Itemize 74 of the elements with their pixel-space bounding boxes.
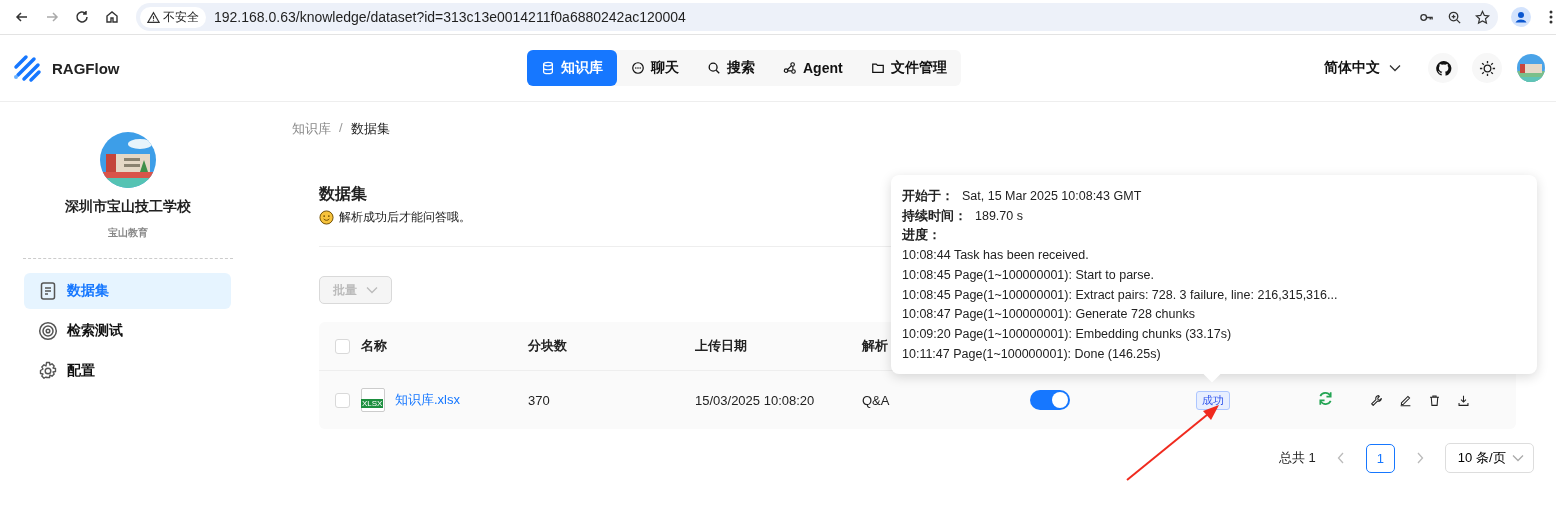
column-header: 上传日期 — [695, 338, 747, 353]
page-size-select[interactable]: 10 条/页 — [1444, 443, 1534, 473]
chat-icon — [631, 61, 645, 75]
breadcrumb-separator: / — [339, 120, 343, 137]
zoom-icon[interactable] — [1447, 9, 1462, 25]
log-line: 10:09:20 Page(1~100000001): Embedding chunks (33.17s) — [902, 325, 1233, 343]
search-icon — [707, 61, 721, 75]
sun-icon — [1478, 59, 1496, 77]
url-text: 192.168.0.63/knowledge/dataset?id=313c13e0014211f0a6880242ac120004 — [214, 9, 686, 25]
spreadsheet-file-icon: XLSX — [361, 388, 385, 412]
toggle-switch[interactable] — [1030, 390, 1070, 410]
language-select[interactable]: 简体中文 — [1318, 58, 1408, 78]
refresh-icon[interactable] — [1317, 390, 1334, 407]
column-header: 解析 — [862, 338, 888, 353]
field-value: Sat, 15 Mar 2025 10:08:43 GMT — [962, 189, 1142, 203]
theme-button[interactable] — [1472, 53, 1502, 83]
github-button[interactable] — [1428, 53, 1458, 83]
brand-name: RAGFlow — [52, 59, 120, 77]
security-label: 不安全 — [163, 8, 199, 26]
column-header: 名称 — [361, 338, 387, 353]
home-icon[interactable] — [104, 9, 120, 25]
checkbox[interactable] — [334, 338, 350, 354]
nav-tab[interactable]: 文件管理 — [856, 50, 961, 86]
table-cell-text: Q&A — [862, 392, 891, 408]
field-label: 持续时间： — [902, 208, 967, 223]
smile-icon — [319, 210, 334, 225]
star-icon[interactable] — [1475, 9, 1490, 25]
reload-icon[interactable] — [74, 9, 90, 25]
org-name: 深圳市宝山技工学校 — [64, 198, 191, 216]
edit-icon[interactable] — [1399, 393, 1412, 407]
field-label: 开始于： — [902, 189, 954, 203]
sidebar-item[interactable]: 配置 — [24, 353, 231, 389]
log-line: 10:08:45 Page(1~100000001): Extract pairs: 728. 3 failure, line: 216,315,316... — [902, 286, 1339, 304]
download-icon[interactable] — [1457, 393, 1470, 407]
profile-icon[interactable] — [1511, 7, 1531, 27]
page-title: 数据集 — [319, 184, 367, 204]
table-cell-text: 370 — [528, 392, 551, 408]
nav-tab[interactable]: 知识库 — [527, 50, 617, 86]
file-name-link[interactable]: 知识库.xlsx — [395, 391, 460, 409]
logo-icon — [12, 53, 42, 83]
field-value: 189.70 s — [975, 208, 1023, 223]
breadcrumb-item: 数据集 — [350, 120, 390, 138]
address-bar[interactable]: 不安全 192.168.0.63/knowledge/dataset?id=313c13e0014211f0a6880242ac120004 — [136, 3, 1498, 31]
document-icon — [38, 281, 58, 301]
log-line: 10:08:45 Page(1~100000001): Start to parse. — [902, 266, 1155, 284]
log-line: 10:11:47 Page(1~100000001): Done (146.25s) — [902, 345, 1162, 363]
github-icon — [1434, 59, 1452, 77]
org-subtitle: 宝山教育 — [107, 226, 148, 240]
hint-text: 解析成功后才能问答哦。 — [339, 209, 471, 226]
field-label: 进度： — [902, 228, 941, 243]
table-cell-text: 15/03/2025 10:08:20 — [695, 392, 816, 408]
column-header: 分块数 — [528, 338, 567, 353]
security-chip[interactable]: 不安全 — [140, 6, 206, 28]
nav-tab[interactable]: 聊天 — [617, 50, 693, 86]
checkbox[interactable] — [334, 392, 350, 408]
sidebar-item[interactable]: 数据集 — [24, 273, 231, 309]
delete-icon[interactable] — [1428, 393, 1441, 407]
menu-icon[interactable] — [1549, 9, 1553, 25]
breadcrumb-item[interactable]: 知识库 — [292, 120, 331, 138]
batch-button: 批量 — [319, 276, 392, 304]
wrench-icon[interactable] — [1370, 393, 1383, 407]
graph-icon — [783, 61, 797, 75]
warning-icon — [147, 10, 160, 24]
target-icon — [38, 321, 58, 341]
sidebar-item[interactable]: 检索测试 — [24, 313, 231, 349]
nav-tab[interactable]: 搜索 — [693, 50, 769, 86]
nav-tab[interactable]: Agent — [769, 50, 857, 86]
database-icon — [541, 61, 555, 75]
total-count: 总共 1 — [1279, 449, 1316, 467]
settings-icon — [38, 361, 58, 381]
page-button[interactable]: 1 — [1365, 443, 1395, 473]
log-line: 10:08:47 Page(1~100000001): Generate 728 chunks — [902, 306, 1196, 324]
folder-icon — [870, 61, 885, 75]
log-line: 10:08:44 Task has been received. — [902, 247, 1090, 265]
